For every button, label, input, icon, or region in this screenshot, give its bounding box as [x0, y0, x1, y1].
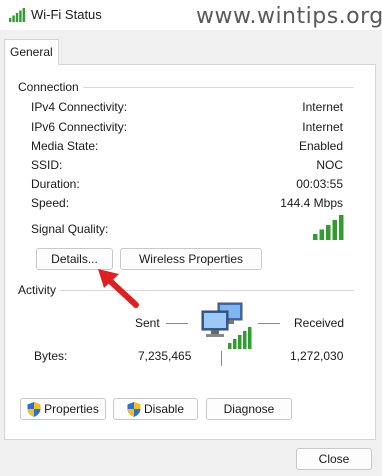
bytes-label: Bytes:	[34, 349, 68, 363]
shield-icon	[27, 401, 41, 417]
signal-quality-label: Signal Quality:	[31, 222, 109, 236]
media-state-value: Enabled	[298, 139, 343, 153]
properties-button[interactable]: Properties	[20, 398, 106, 420]
activity-group-line	[18, 290, 354, 291]
ipv4-label: IPv4 Connectivity:	[31, 100, 128, 114]
red-arrow-annotation	[92, 264, 142, 313]
media-state-label: Media State:	[31, 139, 99, 153]
duration-label: Duration:	[31, 177, 80, 191]
disable-button[interactable]: Disable	[113, 398, 198, 420]
wifi-signal-icon	[9, 8, 25, 25]
ipv4-value: Internet	[302, 100, 343, 114]
watermark: www.wintips.org	[196, 4, 382, 29]
window-title: Wi-Fi Status	[31, 7, 102, 22]
properties-button-label: Properties	[44, 402, 99, 416]
activity-group-label: Activity	[18, 283, 61, 297]
ssid-label: SSID:	[31, 158, 63, 172]
speed-label: Speed:	[31, 196, 70, 210]
received-line	[258, 323, 280, 324]
bytes-received-value: 1,272,030	[290, 349, 344, 363]
signal-bars-icon	[313, 215, 345, 243]
duration-value: 00:03:55	[296, 177, 343, 191]
close-button[interactable]: Close	[296, 448, 372, 470]
title-bar: Wi-Fi Status www.wintips.org	[0, 0, 382, 30]
sent-line	[166, 323, 188, 324]
ipv6-value: Internet	[302, 120, 343, 134]
bytes-sent-value: 7,235,465	[138, 349, 192, 363]
network-computers-icon	[198, 299, 254, 354]
ipv6-label: IPv6 Connectivity:	[31, 120, 128, 134]
diagnose-button[interactable]: Diagnose	[206, 398, 292, 420]
shield-icon	[127, 401, 141, 417]
disable-button-label: Disable	[143, 402, 185, 416]
tab-general[interactable]: General	[4, 39, 59, 65]
bytes-divider	[221, 351, 222, 366]
connection-group-label: Connection	[18, 80, 83, 94]
ssid-value: NOC	[316, 158, 343, 172]
sent-label: Sent	[135, 316, 160, 330]
speed-value: 144.4 Mbps	[280, 196, 343, 210]
received-label: Received	[294, 316, 345, 330]
